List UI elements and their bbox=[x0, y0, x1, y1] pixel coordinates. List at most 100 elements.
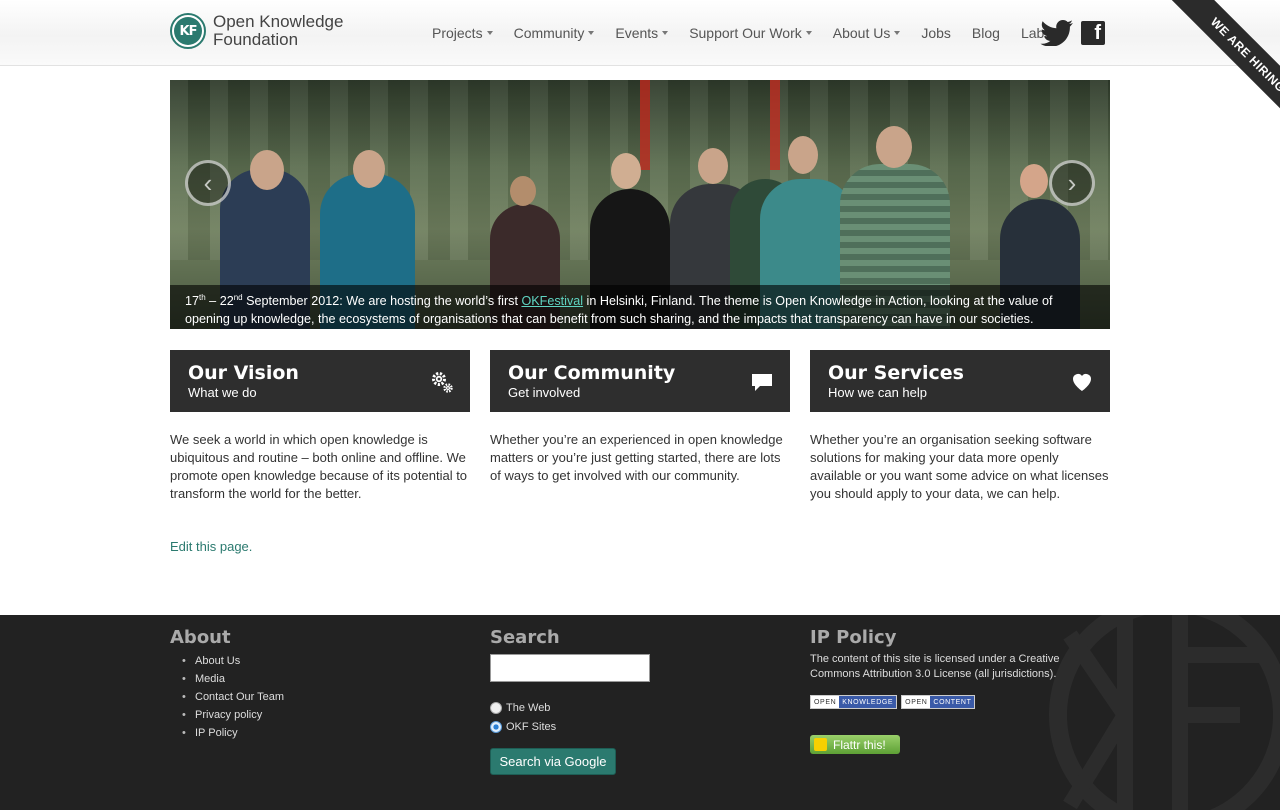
carousel-next-button[interactable]: › bbox=[1049, 160, 1095, 206]
footer-link-media[interactable]: Media bbox=[170, 670, 284, 688]
footer-link-contact[interactable]: Contact Our Team bbox=[170, 688, 284, 706]
nav-label: Support Our Work bbox=[689, 25, 802, 41]
feature-title: Our Vision bbox=[188, 362, 299, 384]
flattr-button[interactable]: Flattr this! bbox=[810, 735, 900, 754]
footer-link-ip-policy[interactable]: IP Policy bbox=[170, 724, 284, 742]
search-input[interactable] bbox=[490, 654, 650, 682]
feature-body: Whether you’re an organisation seeking s… bbox=[810, 432, 1109, 501]
feature-our-services: Our Services How we can help Whether you… bbox=[810, 350, 1110, 503]
feature-title: Our Services bbox=[828, 362, 964, 384]
badge-text: KNOWLEDGE bbox=[839, 696, 897, 708]
feature-subtitle: How we can help bbox=[828, 385, 927, 400]
badge-text: CONTENT bbox=[930, 696, 975, 708]
twitter-icon[interactable] bbox=[1040, 20, 1074, 46]
footer-ip-heading: IP Policy bbox=[810, 627, 897, 648]
caret-down-icon bbox=[894, 31, 901, 35]
radio-button[interactable] bbox=[490, 702, 502, 714]
footer-link-about-us[interactable]: About Us bbox=[170, 652, 284, 670]
nav-item-community[interactable]: Community bbox=[514, 25, 595, 41]
main-nav: Projects Community Events Support Our Wo… bbox=[432, 25, 1072, 41]
caret-down-icon bbox=[805, 31, 812, 35]
open-content-badge[interactable]: OPEN CONTENT bbox=[901, 695, 976, 709]
nav-label: Community bbox=[513, 25, 585, 41]
feature-body: Whether you’re an experienced in open kn… bbox=[490, 432, 783, 483]
okf-logo-icon: KF bbox=[170, 13, 206, 49]
feature-our-community: Our Community Get involved Whether you’r… bbox=[490, 350, 790, 485]
nav-item-blog[interactable]: Blog bbox=[972, 25, 1000, 41]
nav-item-about-us[interactable]: About Us bbox=[833, 25, 901, 41]
edit-page-link[interactable]: Edit this page. bbox=[170, 539, 252, 554]
we-are-hiring-ribbon[interactable]: WE ARE HIRING bbox=[1166, 0, 1280, 110]
hero-photo-detail bbox=[640, 80, 650, 170]
hero-photo-head bbox=[250, 150, 284, 190]
hero-carousel: ‹ › 17th – 22nd September 2012: We are h… bbox=[170, 80, 1110, 329]
carousel-prev-button[interactable]: ‹ bbox=[185, 160, 231, 206]
footer-about-heading: About bbox=[170, 627, 231, 648]
site-header: KF Open Knowledge Foundation Projects Co… bbox=[0, 0, 1280, 110]
radio-the-web[interactable]: The Web bbox=[490, 702, 650, 714]
nav-item-projects[interactable]: Projects bbox=[432, 25, 493, 41]
chevron-right-icon: › bbox=[1067, 167, 1077, 198]
logo-text: Open Knowledge Foundation bbox=[213, 13, 343, 49]
nav-label: About Us bbox=[832, 25, 891, 41]
okfestival-link[interactable]: OKFestival bbox=[521, 294, 583, 308]
facebook-icon[interactable]: f bbox=[1081, 21, 1105, 45]
nav-label: Blog bbox=[971, 25, 1000, 41]
caret-down-icon bbox=[662, 31, 669, 35]
feature-header[interactable]: Our Vision What we do bbox=[170, 350, 470, 412]
caption-dash: – 22 bbox=[205, 294, 234, 309]
hiring-ribbon-wrap: WE ARE HIRING bbox=[1140, 0, 1280, 110]
flattr-label: Flattr this! bbox=[833, 737, 886, 752]
footer-link-privacy[interactable]: Privacy policy bbox=[170, 706, 284, 724]
nav-item-jobs[interactable]: Jobs bbox=[921, 25, 951, 41]
chevron-left-icon: ‹ bbox=[203, 167, 213, 198]
hero-photo-head bbox=[510, 176, 536, 206]
hero-photo-head bbox=[788, 136, 818, 174]
nav-label: Events bbox=[615, 25, 659, 41]
logo-mark-text: KF bbox=[174, 17, 202, 45]
hero-photo-detail bbox=[770, 80, 780, 170]
open-knowledge-badge[interactable]: OPEN KNOWLEDGE bbox=[810, 695, 898, 709]
license-text: The content of this site is licensed und… bbox=[810, 653, 1060, 680]
radio-button-selected[interactable] bbox=[490, 721, 502, 733]
footer-ip-policy: IP Policy The content of this site is li… bbox=[810, 627, 1070, 754]
heart-icon bbox=[1073, 374, 1091, 391]
caption-date-a: 17 bbox=[185, 294, 200, 309]
feature-our-vision: Our Vision What we do We seek a world in… bbox=[170, 350, 470, 503]
nav-label: Projects bbox=[432, 25, 483, 41]
site-logo[interactable]: KF Open Knowledge Foundation bbox=[170, 13, 343, 49]
flattr-icon bbox=[814, 738, 827, 751]
gears-icon bbox=[432, 372, 453, 393]
caption-sup-b: nd bbox=[233, 293, 243, 302]
footer-search: Search The Web OKF Sites Search via Goog… bbox=[490, 627, 650, 775]
hero-photo-head bbox=[698, 148, 728, 184]
feature-header[interactable]: Our Services How we can help bbox=[810, 350, 1110, 412]
hero-photo-head bbox=[876, 126, 912, 168]
logo-line-1: Open Knowledge bbox=[213, 12, 344, 31]
hero-photo-head bbox=[1020, 164, 1048, 198]
caret-down-icon bbox=[588, 31, 595, 35]
logo-line-2: Foundation bbox=[213, 30, 299, 49]
footer-about: About About Us Media Contact Our Team Pr… bbox=[170, 627, 284, 742]
radio-okf-sites[interactable]: OKF Sites bbox=[490, 721, 650, 733]
badge-text: OPEN bbox=[902, 696, 931, 708]
feature-title: Our Community bbox=[508, 362, 676, 384]
site-footer: About About Us Media Contact Our Team Pr… bbox=[0, 615, 1280, 810]
footer-search-heading: Search bbox=[490, 627, 560, 648]
caption-text-1: September 2012: We are hosting the world… bbox=[242, 294, 522, 309]
badge-text: OPEN bbox=[811, 696, 840, 708]
speech-bubble-icon bbox=[752, 374, 772, 391]
caption-sup-a: th bbox=[199, 293, 206, 302]
feature-subtitle: Get involved bbox=[508, 385, 581, 400]
feature-body: We seek a world in which open knowledge … bbox=[170, 432, 468, 501]
search-via-google-button[interactable]: Search via Google bbox=[490, 748, 616, 775]
nav-label: Jobs bbox=[921, 25, 951, 41]
radio-label: The Web bbox=[506, 702, 551, 714]
license-badges: OPEN KNOWLEDGE OPEN CONTENT bbox=[810, 695, 1070, 709]
hero-caption: 17th – 22nd September 2012: We are hosti… bbox=[170, 285, 1110, 329]
hero-photo-head bbox=[353, 150, 385, 188]
nav-item-support-our-work[interactable]: Support Our Work bbox=[689, 25, 812, 41]
nav-item-events[interactable]: Events bbox=[615, 25, 669, 41]
footer-about-list: About Us Media Contact Our Team Privacy … bbox=[170, 652, 284, 742]
feature-header[interactable]: Our Community Get involved bbox=[490, 350, 790, 412]
